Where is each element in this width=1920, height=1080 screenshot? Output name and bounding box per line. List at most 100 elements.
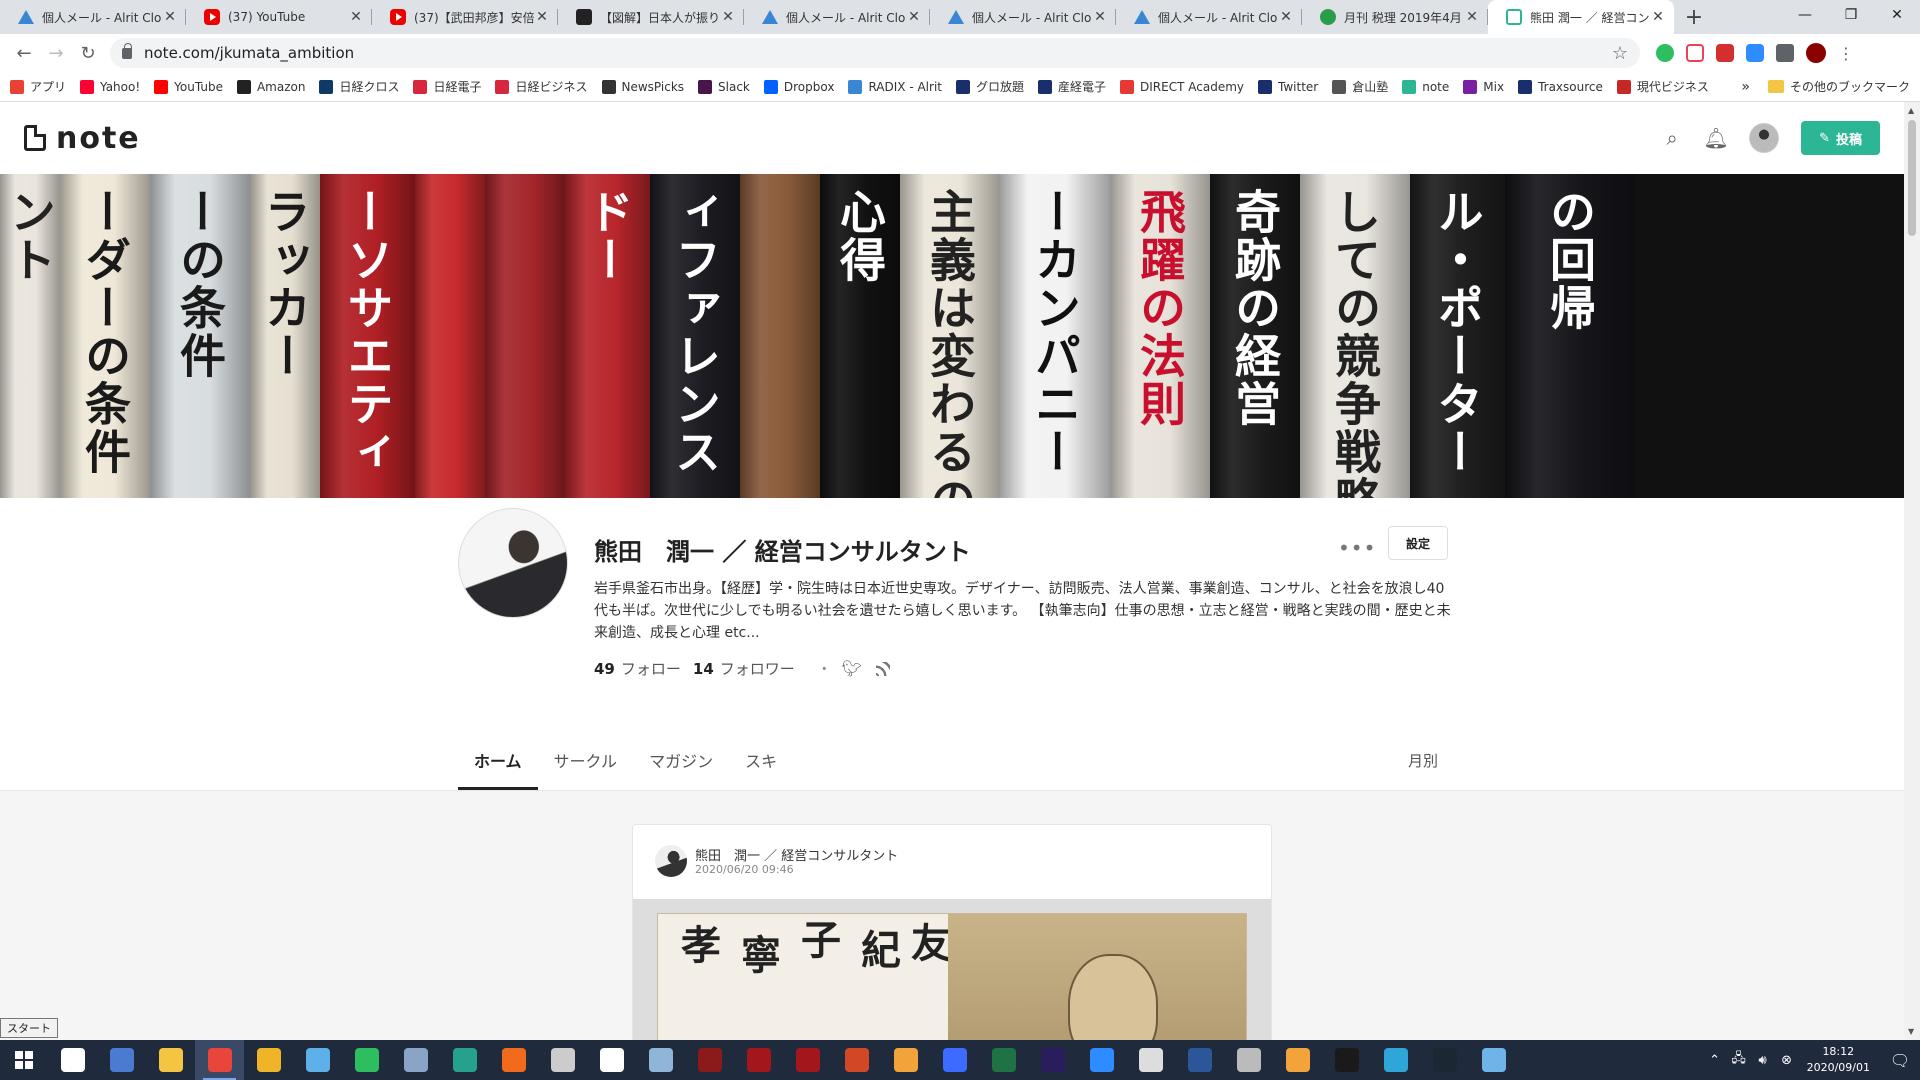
tab-close-icon[interactable]: ✕ (534, 9, 550, 25)
taskbar-app-prime-video[interactable] (1420, 1040, 1469, 1080)
taskbar-app-task-view[interactable] (48, 1040, 97, 1080)
taskbar-app-sticky[interactable] (244, 1040, 293, 1080)
sync-tray-icon[interactable]: ⊗ (1777, 1053, 1797, 1068)
taskbar-app-sky-app[interactable] (1469, 1040, 1518, 1080)
bookmark-item[interactable]: NewsPicks (601, 79, 684, 94)
taskbar-app-excel[interactable] (979, 1040, 1028, 1080)
bookmark-item[interactable]: グロ放題 (956, 78, 1024, 95)
browser-tab[interactable]: (37) YouTube ✕ (186, 0, 372, 34)
post-button[interactable]: ✎ 投稿 (1801, 121, 1880, 155)
reload-button[interactable]: ↻ (72, 37, 104, 69)
scroll-down-icon[interactable]: ▼ (1908, 1027, 1914, 1036)
chevron-up-icon[interactable]: ⌃ (1705, 1053, 1725, 1068)
bookmark-item[interactable]: アプリ (10, 78, 66, 95)
taskbar-app-device[interactable] (1224, 1040, 1273, 1080)
taskbar-app-control-panel[interactable] (97, 1040, 146, 1080)
tab-close-icon[interactable]: ✕ (162, 9, 178, 25)
bell-icon[interactable]: 🔔︎ (1703, 126, 1728, 150)
search-icon[interactable]: ⌕ (1661, 126, 1683, 150)
bookmarks-overflow-button[interactable]: » (1741, 79, 1750, 95)
tab-close-icon[interactable]: ✕ (906, 9, 922, 25)
bookmark-item[interactable]: Twitter (1258, 79, 1318, 94)
bookmark-item[interactable]: 現代ビジネス (1616, 78, 1709, 95)
bookmark-item[interactable]: RADIX - Alrit (848, 79, 942, 94)
bookmark-item[interactable]: 倉山塾 (1332, 78, 1388, 95)
bookmark-item[interactable]: YouTube (154, 79, 223, 94)
browser-tab[interactable]: (37)【武田邦彦】安倍総理✕ (372, 0, 558, 34)
follower-count[interactable]: 14 (693, 660, 714, 678)
taskbar-app-notes[interactable] (293, 1040, 342, 1080)
taskbar-app-steam[interactable] (636, 1040, 685, 1080)
scrollbar-thumb[interactable] (1908, 120, 1916, 236)
notification-center-icon[interactable]: 🗨︎ (1880, 1040, 1920, 1080)
pocket-extension-icon[interactable] (1686, 44, 1704, 62)
evernote-extension-icon[interactable] (1656, 44, 1674, 62)
forward-button[interactable]: → (40, 37, 72, 69)
taskbar-app-sync[interactable] (538, 1040, 587, 1080)
browser-tab[interactable]: 月刊 税理 2019年4月 ✕ (1302, 0, 1488, 34)
other-bookmarks-folder[interactable]: その他のブックマーク (1767, 78, 1910, 95)
profile-tab[interactable]: マガジン (633, 732, 729, 788)
bookmark-item[interactable]: 日経クロス (319, 78, 399, 95)
tab-close-icon[interactable]: ✕ (348, 9, 364, 25)
tab-close-icon[interactable]: ✕ (1464, 9, 1480, 25)
taskbar-app-brave[interactable] (489, 1040, 538, 1080)
bookmark-item[interactable]: 日経ビジネス (495, 78, 588, 95)
taskbar-app-game-2[interactable] (734, 1040, 783, 1080)
bookmark-item[interactable]: note (1402, 79, 1449, 94)
twitter-icon[interactable]: 🐦︎ (842, 659, 862, 678)
taskbar-app-kindle[interactable] (1322, 1040, 1371, 1080)
bookmark-star-icon[interactable]: ☆ (1612, 43, 1628, 64)
browser-tab[interactable]: 個人メール - Alrit Cloud✕ (1116, 0, 1302, 34)
new-tab-button[interactable]: + (1674, 0, 1714, 34)
bookmark-item[interactable]: Mix (1463, 79, 1504, 94)
follower-label[interactable]: フォロワー (720, 658, 795, 679)
profile-tab[interactable]: サークル (538, 732, 634, 788)
zoom-extension-icon[interactable] (1746, 44, 1764, 62)
restore-button[interactable]: ❐ (1828, 0, 1874, 30)
tab-close-icon[interactable]: ✕ (1092, 9, 1108, 25)
volume-icon[interactable]: 🔊︎ (1753, 1053, 1773, 1068)
taskbar-app-file-explorer[interactable] (146, 1040, 195, 1080)
bookmark-item[interactable]: Slack (698, 79, 750, 94)
back-button[interactable]: ← (8, 37, 40, 69)
bookmark-item[interactable]: Amazon (236, 79, 305, 94)
taskbar-app-clock-app[interactable] (1126, 1040, 1175, 1080)
bookmark-item[interactable]: Dropbox (763, 79, 834, 94)
browser-tab[interactable]: 個人メール - Alrit Cloud✕ (744, 0, 930, 34)
taskbar-app-zoom[interactable] (1077, 1040, 1126, 1080)
bookmark-item[interactable]: DIRECT Academy (1120, 79, 1244, 94)
close-window-button[interactable]: ✕ (1874, 0, 1920, 30)
more-menu-button[interactable]: ••• (1338, 536, 1376, 560)
taskbar-app-calculator[interactable] (391, 1040, 440, 1080)
profile-avatar-icon[interactable] (1806, 43, 1826, 63)
browser-tab[interactable]: 熊田 潤一 ／ 経営コン ✕ (1488, 0, 1674, 34)
card-thumbnail[interactable]: 孝 寧 子 紀 友 (633, 899, 1271, 1040)
minimize-button[interactable]: — (1782, 0, 1828, 30)
taskbar-app-unity[interactable] (587, 1040, 636, 1080)
taskbar-app-evernote[interactable] (342, 1040, 391, 1080)
kebab-menu-icon[interactable]: ⋮ (1838, 44, 1854, 63)
network-icon[interactable]: 🖧︎ (1729, 1049, 1749, 1071)
page-scrollbar[interactable]: ▲ ▼ (1904, 102, 1920, 1040)
bookmark-item[interactable]: Traxsource (1518, 79, 1603, 94)
article-card[interactable]: 熊田 潤一 ／ 経営コンサルタント 2020/06/20 09:46 孝 寧 子… (632, 824, 1272, 1040)
taskbar-app-game-3[interactable] (783, 1040, 832, 1080)
taskbar-app-finance[interactable] (440, 1040, 489, 1080)
card-author-avatar[interactable] (655, 845, 687, 877)
taskbar-app-game-1[interactable] (685, 1040, 734, 1080)
bookmark-item[interactable]: 日経電子 (413, 78, 481, 95)
scroll-up-icon[interactable]: ▲ (1908, 106, 1914, 115)
taskbar-app-media[interactable] (881, 1040, 930, 1080)
monthly-archive-button[interactable]: 月別 (1408, 732, 1448, 788)
profile-tab[interactable]: ホーム (458, 732, 538, 790)
taskbar-app-premiere[interactable] (1028, 1040, 1077, 1080)
card-author-name[interactable]: 熊田 潤一 ／ 経営コンサルタント (695, 845, 898, 864)
address-bar[interactable]: note.com/jkumata_ambition ☆ (110, 38, 1640, 68)
bookmark-item[interactable]: 産経電子 (1038, 78, 1106, 95)
browser-tab[interactable]: 個人メール - Alrit Cloud✕ (930, 0, 1116, 34)
taskbar-clock[interactable]: 18:12 2020/09/01 (1807, 1044, 1870, 1076)
follow-label[interactable]: フォロー (621, 658, 681, 679)
taskbar-app-player[interactable] (930, 1040, 979, 1080)
taskbar-app-chrome[interactable] (195, 1040, 244, 1080)
